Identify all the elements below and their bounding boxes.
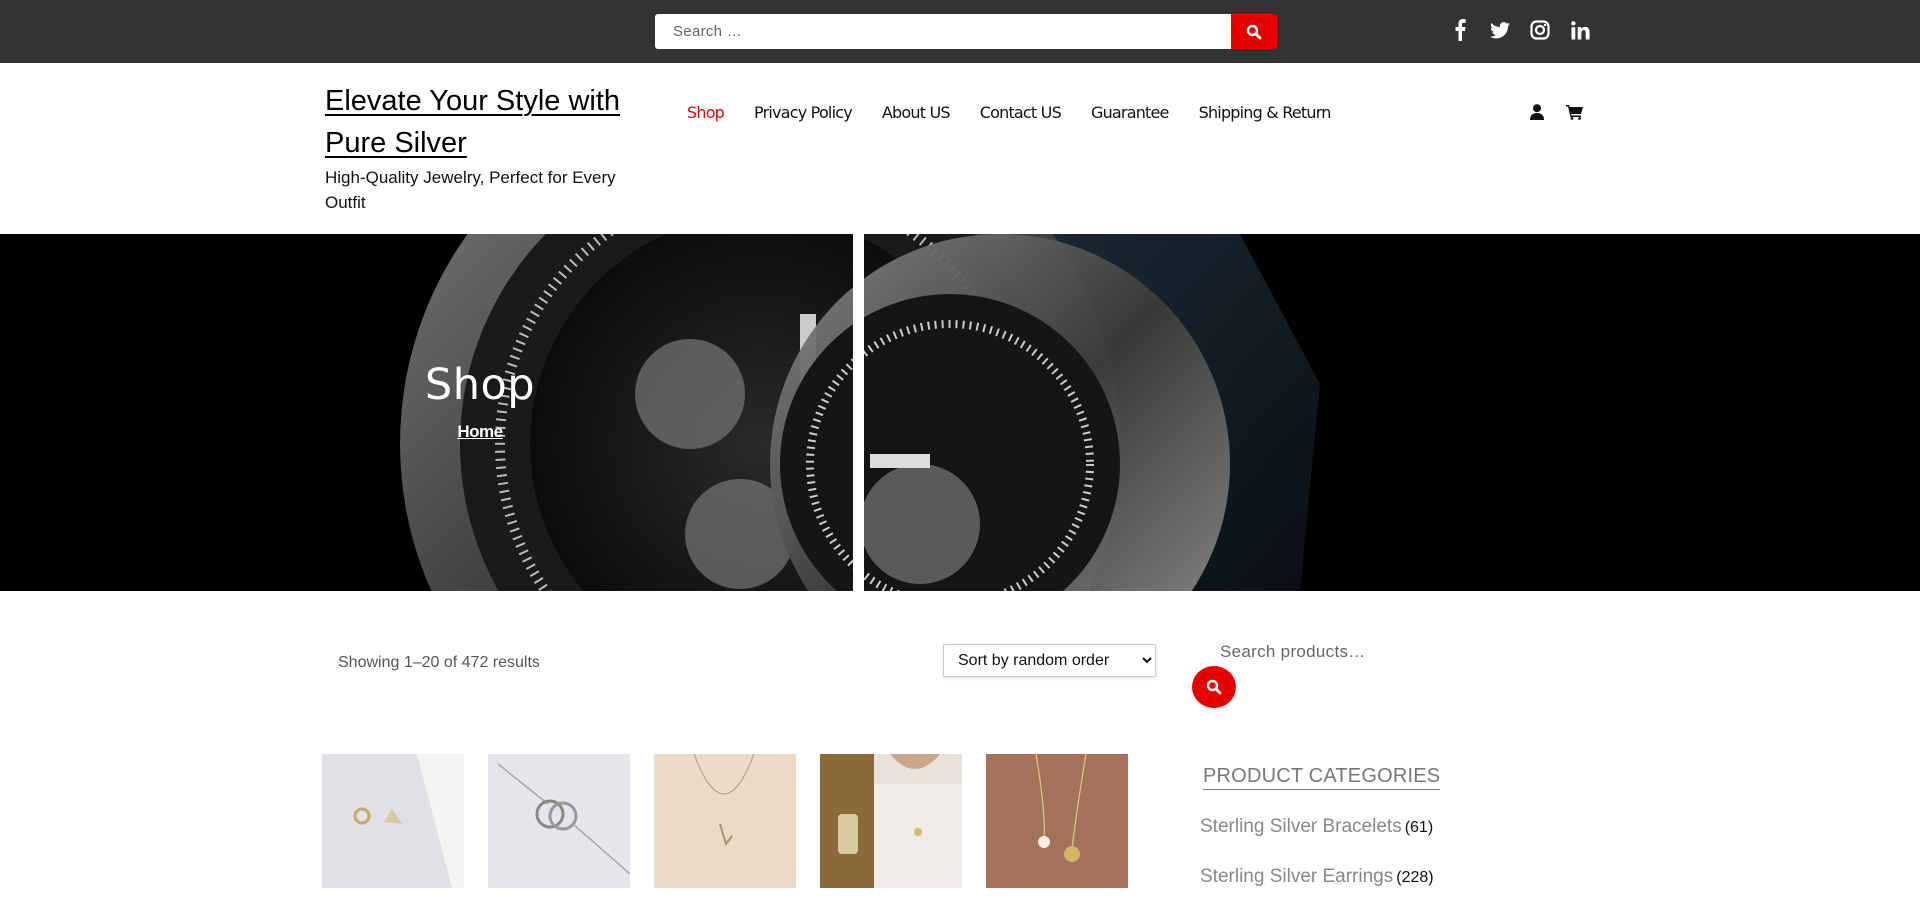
nav-item-shipping-return[interactable]: Shipping & Return [1199, 103, 1332, 122]
product-image-model-necklace [820, 754, 962, 888]
product-categories-title: PRODUCT CATEGORIES [1203, 763, 1441, 790]
search-icon [1246, 24, 1262, 39]
product-image-necklace-rings [488, 754, 630, 888]
breadcrumb-home[interactable]: Home [400, 422, 560, 442]
product-search-input[interactable] [1196, 636, 1576, 668]
header-search-button[interactable] [1231, 14, 1277, 49]
nav-item-contact-us[interactable]: Contact US [980, 103, 1062, 122]
page-title: Shop [424, 360, 536, 410]
product-card[interactable] [654, 754, 796, 888]
instagram-icon [1530, 20, 1550, 40]
top-bar [0, 0, 1920, 63]
site-tagline: High-Quality Jewelry, Perfect for Every … [325, 168, 616, 212]
facebook-link[interactable] [1440, 18, 1480, 42]
main-nav: Shop Privacy Policy About US Contact US … [687, 100, 1361, 124]
list-item: Sterling Silver Earrings (228) [1200, 866, 1434, 916]
nav-item-about-us[interactable]: About US [882, 103, 951, 122]
product-image-pendant-necklace [654, 754, 796, 888]
facebook-icon [1455, 19, 1466, 41]
category-count: (228) [1396, 869, 1434, 886]
category-link[interactable]: Sterling Silver Earrings [1200, 866, 1393, 887]
product-grid [322, 754, 1152, 888]
linkedin-link[interactable] [1560, 18, 1600, 42]
result-count: Showing 1–20 of 472 results [338, 654, 540, 671]
site-title[interactable]: Elevate Your Style with Pure Silver [325, 80, 635, 164]
cart-icon [1566, 105, 1583, 120]
category-count: (61) [1404, 819, 1434, 836]
watch-hero-image [0, 234, 1920, 591]
account-button[interactable] [1518, 100, 1556, 124]
nav-item-shop[interactable]: Shop [687, 103, 725, 122]
header-search-input[interactable] [655, 14, 1231, 49]
cart-button[interactable] [1556, 100, 1594, 124]
page-hero-banner [0, 234, 1920, 591]
list-item: Sterling Silver Bracelets (61) [1200, 816, 1434, 866]
product-image-pearl-necklaces [986, 754, 1128, 888]
search-icon [1206, 679, 1222, 695]
header-search-form [655, 14, 1277, 49]
product-search-form [1196, 636, 1576, 706]
instagram-link[interactable] [1520, 18, 1560, 42]
category-link[interactable]: Sterling Silver Bracelets [1200, 816, 1402, 837]
product-card[interactable] [322, 754, 464, 888]
product-card[interactable] [820, 754, 962, 888]
social-links [1440, 18, 1600, 42]
product-image-earrings [322, 754, 464, 888]
nav-item-guarantee[interactable]: Guarantee [1091, 103, 1169, 122]
product-categories-list: Sterling Silver Bracelets (61) Sterling S… [1200, 816, 1434, 916]
linkedin-icon [1570, 20, 1590, 40]
nav-item-privacy-policy[interactable]: Privacy Policy [754, 103, 853, 122]
user-icon [1530, 104, 1544, 120]
twitter-link[interactable] [1480, 18, 1520, 42]
product-card[interactable] [488, 754, 630, 888]
sort-select[interactable]: Sort by random order [943, 644, 1156, 677]
product-card[interactable] [986, 754, 1128, 888]
product-search-button[interactable] [1192, 666, 1236, 708]
header-actions [1518, 100, 1594, 124]
twitter-icon [1490, 21, 1510, 38]
